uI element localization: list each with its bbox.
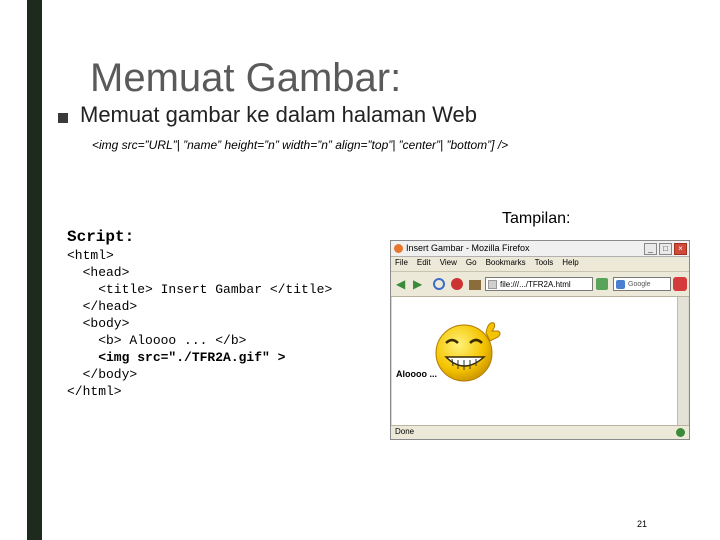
search-box[interactable]: Google	[613, 277, 671, 291]
img-syntax-line: <img src=”URL”| ”name” height=”n” width=…	[92, 138, 509, 152]
code-line: <body>	[67, 316, 130, 331]
code-line: </html>	[67, 384, 122, 399]
status-text: Done	[395, 427, 415, 436]
browser-window-screenshot: Insert Gambar - Mozilla Firefox _ □ × Fi…	[390, 240, 690, 440]
page-number: 21	[637, 519, 648, 529]
forward-arrow-icon[interactable]: ▶	[413, 277, 427, 291]
stop-icon[interactable]	[451, 278, 463, 290]
close-icon[interactable]: ×	[674, 243, 687, 255]
smiley-thumbs-up-image	[435, 322, 501, 382]
firefox-icon	[394, 244, 403, 253]
code-line: <html>	[67, 248, 114, 263]
left-accent-bar	[27, 0, 42, 540]
browser-statusbar: Done	[391, 425, 689, 439]
page-icon	[488, 280, 497, 289]
back-arrow-icon[interactable]: ◀	[396, 277, 410, 291]
code-line: <b> Aloooo ... </b>	[67, 333, 247, 348]
menu-file[interactable]: File	[395, 258, 408, 267]
menu-edit[interactable]: Edit	[417, 258, 431, 267]
vertical-scrollbar[interactable]	[677, 297, 688, 426]
url-bar[interactable]: file:///.../TFR2A.html	[485, 277, 593, 291]
reload-icon[interactable]	[433, 278, 445, 290]
slide-title: Memuat Gambar:	[90, 56, 402, 100]
window-controls: _ □ ×	[644, 243, 687, 255]
maximize-icon[interactable]: □	[659, 243, 672, 255]
menu-help[interactable]: Help	[562, 258, 578, 267]
browser-menubar: File Edit View Go Bookmarks Tools Help	[391, 257, 689, 272]
home-icon[interactable]	[469, 280, 481, 290]
code-line: </body>	[67, 367, 138, 382]
page-bold-text: Aloooo ...	[396, 369, 437, 379]
code-line: <title> Insert Gambar </title>	[67, 282, 333, 297]
google-icon	[616, 280, 625, 289]
code-line-img: <img src="./TFR2A.gif" >	[67, 350, 286, 365]
url-text: file:///.../TFR2A.html	[500, 280, 571, 289]
code-line: <head>	[67, 265, 130, 280]
menu-bookmarks[interactable]: Bookmarks	[486, 258, 526, 267]
browser-page-content: Aloooo ...	[392, 297, 678, 426]
search-placeholder: Google	[628, 281, 651, 288]
menu-view[interactable]: View	[440, 258, 457, 267]
menu-go[interactable]: Go	[466, 258, 477, 267]
code-block: <html> <head> <title> Insert Gambar </ti…	[67, 247, 332, 400]
bullet-square-icon	[58, 113, 68, 123]
go-icon[interactable]	[596, 278, 608, 290]
preview-label: Tampilan:	[502, 210, 571, 227]
browser-titlebar: Insert Gambar - Mozilla Firefox _ □ ×	[391, 241, 689, 257]
status-icon	[676, 428, 685, 437]
browser-toolbar: ◀ ▶ file:///.../TFR2A.html Google	[391, 272, 689, 297]
minimize-icon[interactable]: _	[644, 243, 657, 255]
code-line: </head>	[67, 299, 138, 314]
browser-title: Insert Gambar - Mozilla Firefox	[406, 243, 530, 253]
menu-tools[interactable]: Tools	[535, 258, 554, 267]
bullet-text: Memuat gambar ke dalam halaman Web	[80, 102, 478, 127]
script-label: Script:	[67, 228, 135, 246]
extension-icon[interactable]	[673, 277, 687, 291]
